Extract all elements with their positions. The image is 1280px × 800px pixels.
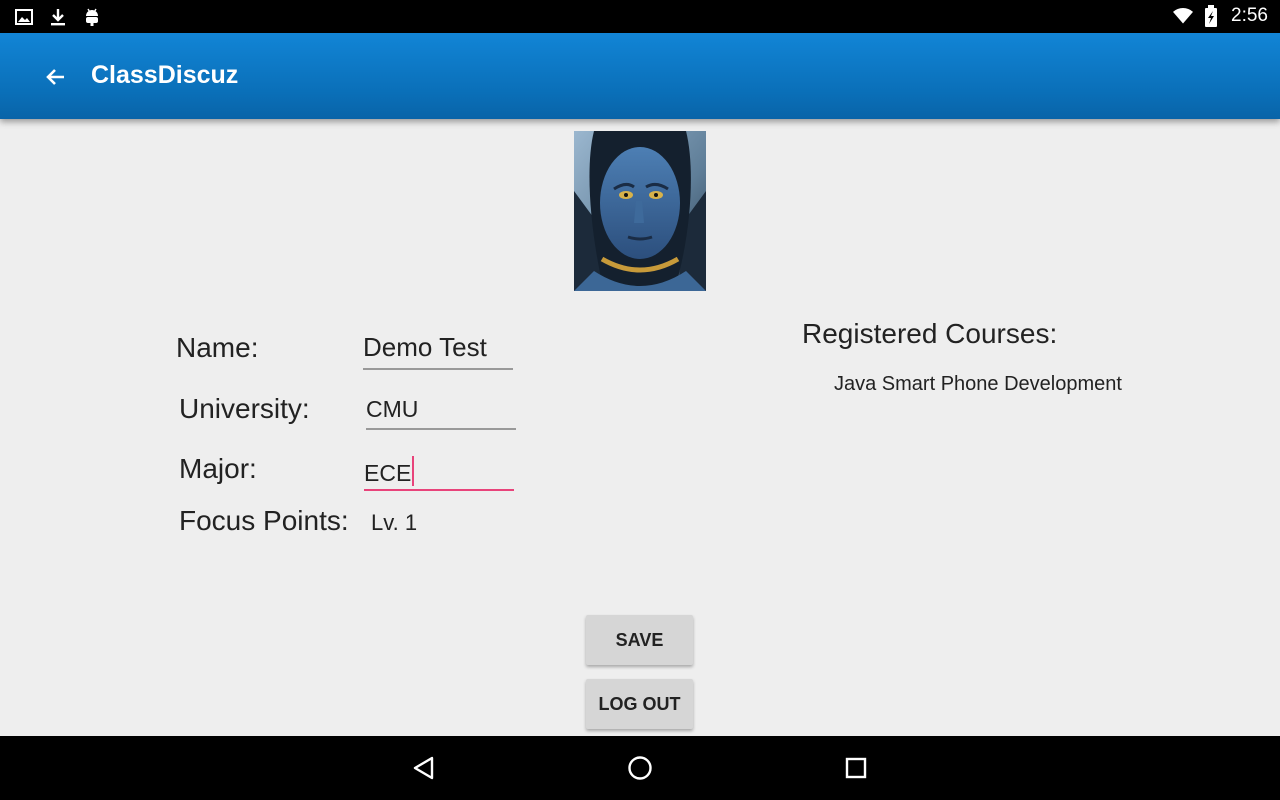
download-icon xyxy=(48,6,68,28)
arrow-back-icon[interactable] xyxy=(36,57,76,97)
profile-avatar[interactable] xyxy=(574,131,706,291)
major-field[interactable]: ECE xyxy=(364,456,514,491)
focus-points-value: Lv. 1 xyxy=(371,510,418,535)
major-value: ECE xyxy=(364,460,412,486)
focus-points-label: Focus Points: xyxy=(179,505,349,536)
wifi-icon xyxy=(1173,5,1194,27)
text-cursor xyxy=(412,456,415,486)
major-label: Major: xyxy=(179,453,257,484)
name-label: Name: xyxy=(176,332,259,363)
back-icon[interactable] xyxy=(406,750,442,786)
university-field[interactable]: CMU xyxy=(366,396,516,430)
course-item[interactable]: Java Smart Phone Development xyxy=(834,373,1122,396)
university-label: University: xyxy=(179,393,310,424)
image-icon xyxy=(14,6,34,28)
home-icon[interactable] xyxy=(622,750,658,786)
recents-icon[interactable] xyxy=(838,750,874,786)
navigation-bar xyxy=(0,736,1280,800)
status-bar: 2:56 xyxy=(0,0,1280,33)
save-button[interactable]: SAVE xyxy=(586,615,693,665)
android-icon xyxy=(82,6,102,28)
logout-button[interactable]: LOG OUT xyxy=(586,679,693,729)
app-title: ClassDiscuz xyxy=(91,61,239,89)
clock: 2:56 xyxy=(1231,5,1268,26)
battery-icon xyxy=(1201,5,1221,27)
app-bar: ClassDiscuz xyxy=(0,33,1280,119)
registered-courses-title: Registered Courses: xyxy=(802,318,1058,349)
name-field[interactable]: Demo Test xyxy=(363,332,513,370)
